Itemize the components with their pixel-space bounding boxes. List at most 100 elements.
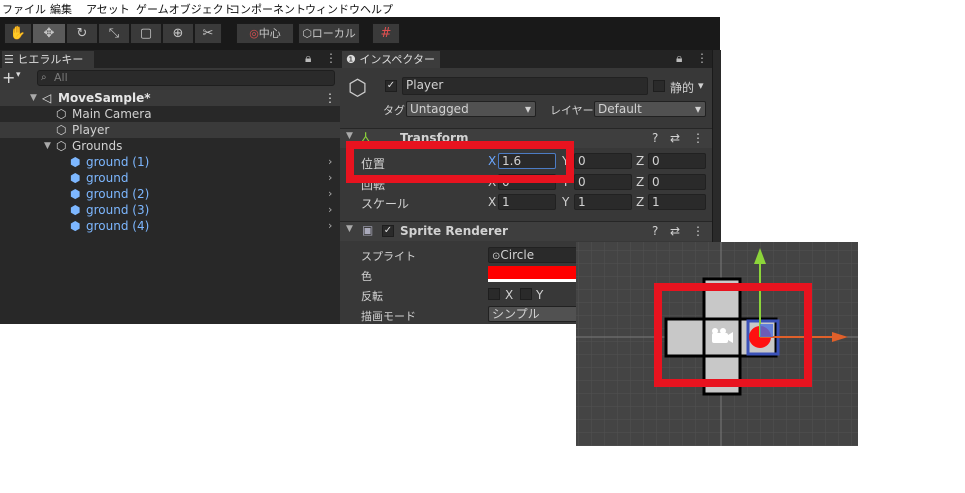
hierarchy-item-player[interactable]: ⬡ Player <box>0 122 340 138</box>
gameobject-icon: ⬡ <box>56 123 67 137</box>
scene-row[interactable]: ▼ ◁ MoveSample* ⋮ <box>0 90 340 106</box>
rotate-icon: ↻ <box>76 26 88 41</box>
chevron-down-icon[interactable]: ▾ <box>16 70 21 80</box>
hierarchy-search-input[interactable]: ⌕ All <box>37 70 335 86</box>
list-icon: ☰ <box>4 53 14 66</box>
tag-label: タグ <box>383 104 405 117</box>
foldout-arrow-icon[interactable]: ▼ <box>346 224 353 234</box>
chevron-right-icon[interactable]: › <box>328 218 332 234</box>
hierarchy-item-grounds[interactable]: ▼ ⬡ Grounds <box>0 138 340 154</box>
search-icon: ⌕ <box>41 72 47 83</box>
active-checkbox[interactable]: ✓ <box>385 80 397 92</box>
sprite-renderer-enabled-checkbox[interactable]: ✓ <box>382 225 394 237</box>
gameobject-large-icon: ⬡ <box>348 76 368 101</box>
menu-edit[interactable]: 編集 <box>50 1 72 17</box>
scale-tool-button[interactable]: ⤡ <box>98 23 130 44</box>
highlight-scene-tiles <box>654 283 812 387</box>
flip-label: 反転 <box>361 290 383 303</box>
scale-y-field[interactable]: 1 <box>574 194 632 210</box>
chevron-right-icon[interactable]: › <box>328 170 332 186</box>
hierarchy-item-main-camera[interactable]: ⬡ Main Camera <box>0 106 340 122</box>
rect-tool-button[interactable]: ▢ <box>130 23 162 44</box>
transform-icon: ⊕ <box>172 26 184 41</box>
menu-file[interactable]: ファイル <box>2 1 46 17</box>
kebab-menu-icon[interactable]: ⋮ <box>324 90 336 106</box>
kebab-menu-icon[interactable]: ⋮ <box>325 51 337 65</box>
tag-dropdown[interactable]: Untagged ▾ <box>406 101 536 117</box>
item-label: Main Camera <box>72 107 152 121</box>
menu-help[interactable]: ヘルプ <box>360 1 393 17</box>
add-icon[interactable]: + <box>2 68 15 87</box>
hierarchy-item-ground-1[interactable]: ⬢ ground (1) › <box>0 154 340 170</box>
preset-icon[interactable]: ⇄ <box>670 224 680 238</box>
hierarchy-item-ground[interactable]: ⬢ ground › <box>0 170 340 186</box>
tools-icon: ✂ <box>202 26 214 41</box>
scale-label: スケール <box>361 197 410 211</box>
flip-y-checkbox[interactable] <box>520 288 532 300</box>
kebab-menu-icon[interactable]: ⋮ <box>692 224 704 238</box>
hand-tool-button[interactable]: ✋ <box>4 23 32 44</box>
rotate-tool-button[interactable]: ↻ <box>66 23 98 44</box>
flip-x-label: X <box>505 288 514 302</box>
highlight-position-row <box>346 141 574 183</box>
item-label: Player <box>72 123 110 137</box>
hierarchy-panel: ☰ ヒエラルキー 🔒︎ ⋮ + ▾ ⌕ All ▼ ◁ MoveSample* … <box>0 50 340 324</box>
object-name: Player <box>406 78 444 92</box>
scale-y-value: 1 <box>578 195 586 209</box>
gameobject-icon: ⬡ <box>56 139 67 153</box>
space-local-button[interactable]: ⬡ローカル <box>298 23 360 44</box>
preset-icon[interactable]: ⇄ <box>670 131 680 145</box>
hierarchy-item-ground-4[interactable]: ⬢ ground (4) › <box>0 218 340 234</box>
transform-tool-button[interactable]: ⊕ <box>162 23 194 44</box>
hierarchy-item-ground-2[interactable]: ⬢ ground (2) › <box>0 186 340 202</box>
static-checkbox[interactable] <box>653 80 665 92</box>
scale-z-field[interactable]: 1 <box>648 194 706 210</box>
info-icon: ❶ <box>346 53 356 66</box>
help-icon[interactable]: ? <box>652 224 658 238</box>
kebab-menu-icon[interactable]: ⋮ <box>692 131 704 145</box>
object-name-field[interactable]: Player <box>402 77 648 95</box>
menu-assets[interactable]: アセット <box>86 1 130 17</box>
color-swatch[interactable] <box>488 266 588 282</box>
chevron-right-icon[interactable]: › <box>328 202 332 218</box>
draw-mode-dropdown[interactable]: シンプル <box>488 306 588 322</box>
help-icon[interactable]: ? <box>652 131 658 145</box>
menu-window[interactable]: ウィンドウ <box>305 1 360 17</box>
pivot-center-button[interactable]: ◎中心 <box>236 23 294 44</box>
rotation-y-field[interactable]: 0 <box>574 174 632 190</box>
draw-mode-value: シンプル <box>492 307 540 321</box>
snap-button[interactable]: # <box>372 23 400 44</box>
menu-bar: ファイル 編集 アセット ゲームオブジェクト コンポーネント ウィンドウ ヘルプ <box>0 0 720 17</box>
position-z-field[interactable]: 0 <box>648 153 706 169</box>
hierarchy-tab[interactable]: ☰ ヒエラルキー <box>2 51 94 68</box>
scale-x-field[interactable]: 1 <box>498 194 556 210</box>
chevron-right-icon[interactable]: › <box>328 154 332 170</box>
menu-gameobject[interactable]: ゲームオブジェクト <box>136 1 235 17</box>
foldout-arrow-icon[interactable]: ▼ <box>346 131 353 141</box>
scene-name: MoveSample* <box>58 91 151 105</box>
move-tool-button[interactable]: ✥ <box>32 23 66 44</box>
lock-icon[interactable]: 🔒︎ <box>676 51 682 66</box>
chevron-down-icon[interactable]: ▾ <box>698 79 704 92</box>
hierarchy-tab-bar: ☰ ヒエラルキー 🔒︎ ⋮ <box>0 50 340 68</box>
sprite-renderer-header[interactable]: ▼ ▣ ✓ Sprite Renderer ? ⇄ ⋮ <box>340 221 720 241</box>
layer-dropdown[interactable]: Default ▾ <box>594 101 706 117</box>
inspector-tab[interactable]: ❶ インスペクター <box>342 51 440 68</box>
position-y-value: 0 <box>578 154 586 168</box>
rotation-z-field[interactable]: 0 <box>648 174 706 190</box>
position-y-field[interactable]: 0 <box>574 153 632 169</box>
inspector-tab-bar: ❶ インスペクター 🔒︎ ⋮ <box>340 50 720 68</box>
layer-label: レイヤー <box>550 104 594 117</box>
expand-arrow-icon[interactable]: ▼ <box>44 138 51 154</box>
prefab-cube-icon: ⬢ <box>70 203 81 217</box>
menu-component[interactable]: コンポーネント <box>229 1 306 17</box>
hierarchy-item-ground-3[interactable]: ⬢ ground (3) › <box>0 202 340 218</box>
lock-icon[interactable]: 🔒︎ <box>305 51 311 66</box>
sprite-field[interactable]: ⊙Circle <box>488 247 588 263</box>
kebab-menu-icon[interactable]: ⋮ <box>696 51 708 65</box>
sprite-renderer-icon: ▣ <box>362 223 374 237</box>
flip-x-checkbox[interactable] <box>488 288 500 300</box>
custom-tool-button[interactable]: ✂ <box>194 23 222 44</box>
chevron-right-icon[interactable]: › <box>328 186 332 202</box>
expand-arrow-icon[interactable]: ▼ <box>30 90 37 106</box>
